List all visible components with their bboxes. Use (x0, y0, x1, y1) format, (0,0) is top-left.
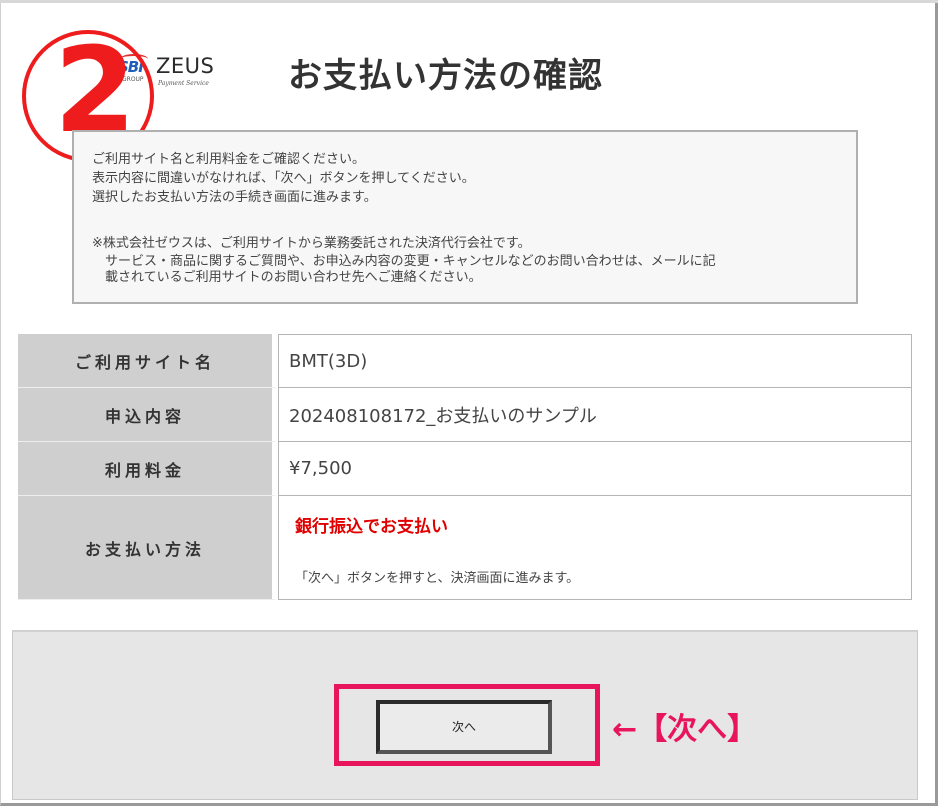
site-name-value: BMT(3D) (278, 334, 912, 388)
payment-method-value: 銀行振込でお支払い (295, 517, 448, 537)
order-content-label: 申込内容 (18, 388, 278, 442)
notice-box: ご利用サイト名と利用料金をご確認ください。 表示内容に間違いがなければ、「次へ」… (72, 130, 858, 304)
order-content-value: 202408108172_お支払いのサンプル (278, 388, 912, 442)
disclaimer-line: 載されているご利用サイトのお問い合わせ先へご連絡ください。 (92, 270, 482, 285)
table-row: 申込内容 202408108172_お支払いのサンプル (18, 388, 912, 442)
notice-line: ご利用サイト名と利用料金をご確認ください。 (92, 152, 366, 167)
table-row: ご利用サイト名 BMT(3D) (18, 334, 912, 388)
site-name-label: ご利用サイト名 (18, 334, 278, 388)
next-callout-annotation: ←【次へ】 (612, 712, 758, 747)
top-border (0, 0, 938, 3)
payment-method-note: 「次へ」ボタンを押すと、決済画面に進みます。 (295, 571, 580, 586)
logo-sub-text: Payment Service (158, 80, 209, 87)
page-title: お支払い方法の確認 (288, 56, 603, 96)
fee-value: ¥7,500 (278, 442, 912, 496)
table-row: 利用料金 ¥7,500 (18, 442, 912, 496)
disclaimer-line: ※株式会社ゼウスは、ご利用サイトから業務委託された決済代行会社です。 (92, 236, 531, 251)
next-button[interactable]: 次へ (376, 700, 552, 754)
notice-line: 表示内容に間違いがなければ、「次へ」ボタンを押してください。 (92, 171, 475, 186)
notice-line: 選択したお支払い方法の手続き画面に進みます。 (92, 190, 377, 205)
payment-method-label: お支払い方法 (18, 496, 278, 600)
logo-zeus-text: ZEUS (156, 54, 215, 78)
payment-info-table: ご利用サイト名 BMT(3D) 申込内容 202408108172_お支払いのサ… (18, 334, 912, 600)
fee-label: 利用料金 (18, 442, 278, 496)
